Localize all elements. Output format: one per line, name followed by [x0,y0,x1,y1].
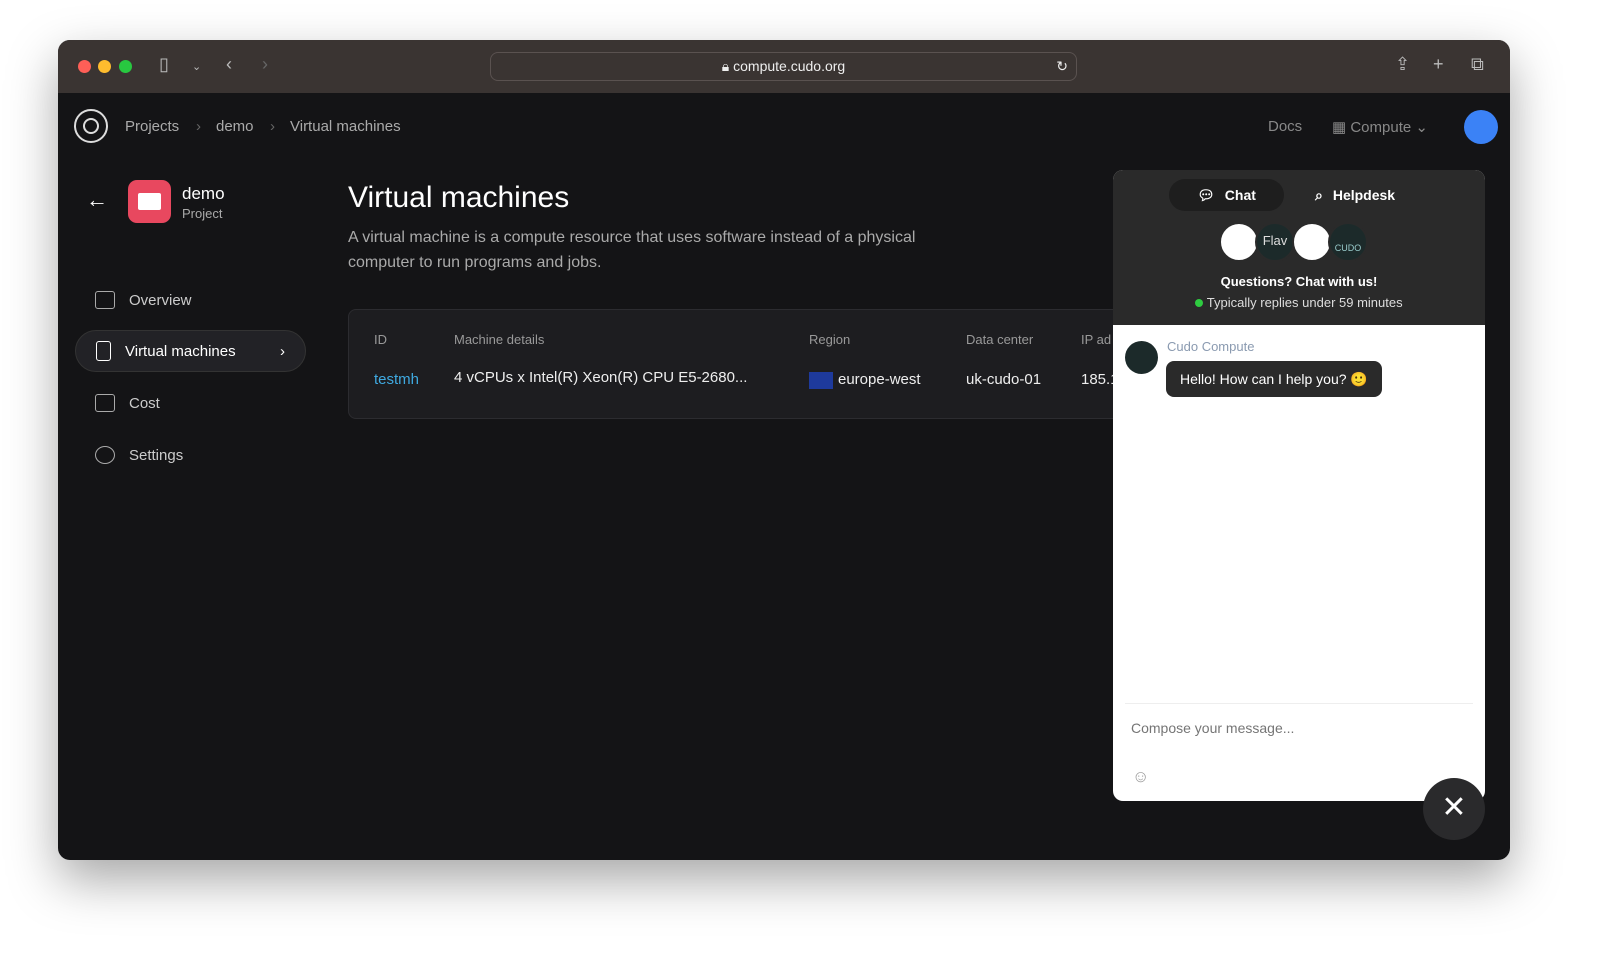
money-icon [95,394,115,412]
tab-helpdesk[interactable]: ⌕ Helpdesk [1287,179,1423,211]
vm-machine-details: 4 vCPUs x Intel(R) Xeon(R) CPU E5-2680..… [454,369,748,386]
forward-icon[interactable]: › [262,54,268,75]
emoji-icon[interactable]: ☺ [1132,767,1149,787]
breadcrumb-separator-icon: › [196,118,201,135]
column-header-region: Region [809,332,851,347]
new-tab-icon[interactable]: + [1433,54,1444,75]
project-type: Project [182,206,223,221]
tab-label: Chat [1224,187,1256,203]
logo-text: CUDO [1334,243,1362,253]
user-avatar[interactable] [1464,110,1498,144]
chat-header: 💬︎ Chat ⌕ Helpdesk Flav CUDO Questions? Ch… [1113,170,1485,325]
search-icon: ⌕ [1315,186,1323,203]
page-description-line2: computer to run programs and jobs. [348,254,602,271]
docs-link[interactable]: Docs [1268,118,1302,135]
compute-menu[interactable]: ▦ Compute ⌄ [1332,118,1428,136]
message-sender: Cudo Compute [1167,339,1255,354]
tab-label: Helpdesk [1332,187,1396,203]
sidebar-item-label: Settings [129,446,184,464]
sidebar-item-settings[interactable]: Settings [75,434,306,476]
document-icon [96,341,111,361]
app: Projects › demo › Virtual machines Docs … [58,93,1510,860]
breadcrumb-separator-icon: › [270,118,275,135]
column-header-id: ID [374,332,387,347]
sidebar-item-overview[interactable]: Overview [75,279,306,321]
browser-window: ▯ ⌄ ‹ › 🔒︎ compute.cudo.org ↻ ⇪ + ⧉ Proje… [58,40,1510,860]
reload-icon[interactable]: ↻ [1056,53,1068,80]
column-header-ip: IP ad [1081,332,1112,347]
agent-avatar [1219,222,1259,262]
address-bar[interactable]: 🔒︎ compute.cudo.org ↻ [490,52,1077,81]
chevron-right-icon: › [280,342,285,360]
column-header-machine-details: Machine details [454,332,545,347]
eu-flag-icon [809,372,833,389]
vm-data-center: uk-cudo-01 [966,371,1042,388]
vm-table: ID Machine details Region Data center IP… [348,309,1128,419]
cudo-avatar: CUDO [1328,222,1368,262]
breadcrumb-current: Virtual machines [290,118,401,135]
compute-label: Compute [1350,119,1412,136]
close-chat-button[interactable]: ✕ [1423,778,1485,840]
vm-region: europe-west [838,371,921,388]
share-icon[interactable]: ⇪ [1395,54,1410,75]
sidebar-item-cost[interactable]: Cost [75,382,306,424]
close-window-button[interactable] [78,60,91,73]
avatar-label: Flav [1262,233,1288,248]
minimize-window-button[interactable] [98,60,111,73]
sidebar-item-label: Virtual machines [125,342,236,360]
maximize-window-button[interactable] [119,60,132,73]
project-folder-icon [128,180,171,223]
cudo-logo-icon[interactable] [74,109,108,143]
page-description: A virtual machine is a compute resource … [348,229,916,246]
url-text: compute.cudo.org [733,58,846,74]
sidebar-item-label: Overview [129,291,192,309]
vm-id-link[interactable]: testmh [374,371,419,388]
page-title: Virtual machines [348,181,570,214]
sidebar-item-virtual-machines[interactable]: Virtual machines › [75,330,306,372]
grid-icon: ▦ [1332,119,1351,136]
folder-icon [95,291,115,309]
breadcrumb-demo[interactable]: demo [216,118,254,135]
reply-time: Typically replies under 59 minutes [1113,295,1485,310]
chat-bubbles-icon: 💬︎ [1197,186,1215,203]
cudo-avatar [1125,341,1158,374]
back-arrow-icon[interactable]: ← [86,187,108,213]
chat-headline: Questions? Chat with us! [1220,274,1378,289]
chat-message: Hello! How can I help you? 🙂 [1166,361,1382,397]
tabs-overview-icon[interactable]: ⧉ [1471,54,1484,75]
lock-icon: 🔒︎ [721,58,734,74]
browser-titlebar: ▯ ⌄ ‹ › 🔒︎ compute.cudo.org ↻ ⇪ + ⧉ [58,40,1510,93]
tab-chat[interactable]: 💬︎ Chat [1169,179,1284,211]
gear-icon [95,446,115,464]
online-status-icon [1195,299,1204,307]
column-header-data-center: Data center [966,332,1034,347]
project-name: demo [182,184,225,203]
breadcrumb-projects[interactable]: Projects [125,118,179,135]
compose-message-input[interactable] [1131,720,1461,736]
divider [1125,703,1473,704]
chat-widget: 💬︎ Chat ⌕ Helpdesk Flav CUDO Questions? Ch… [1113,170,1485,801]
back-icon[interactable]: ‹ [226,54,232,75]
agent-avatar [1292,222,1332,262]
agent-avatar: Flav [1255,222,1295,262]
sidebar-toggle-icon[interactable]: ▯ [159,54,169,75]
sidebar-item-label: Cost [129,394,160,412]
chevron-down-icon[interactable]: ⌄ [192,60,201,73]
reply-time-text: Typically replies under 59 minutes [1206,295,1403,310]
